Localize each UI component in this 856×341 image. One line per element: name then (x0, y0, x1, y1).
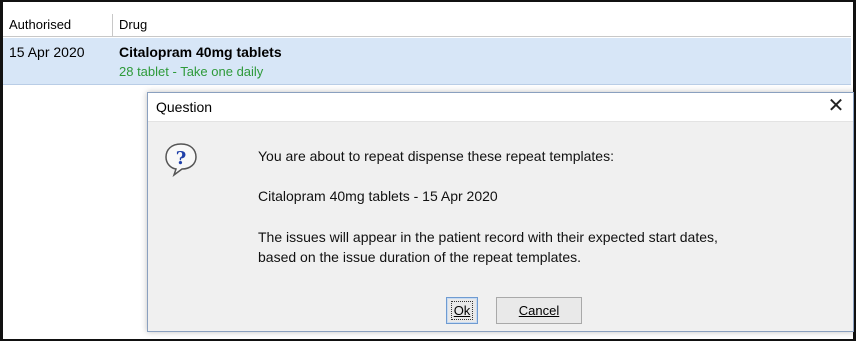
dialog-message-line-4: based on the issue duration of the repea… (258, 249, 581, 265)
list-header: Authorised Drug (3, 14, 851, 37)
drug-dose: 28 tablet - Take one daily (119, 64, 264, 79)
cancel-button-label: Cancel (518, 303, 560, 318)
dialog-title: Question (156, 99, 213, 115)
column-header-drug[interactable]: Drug (119, 17, 147, 32)
dialog-message-line-1: You are about to repeat dispense these r… (258, 148, 614, 164)
ok-button-label: Ok (450, 301, 474, 320)
question-dialog: Question ✕ ? You are about to repeat dis… (147, 92, 854, 332)
authorised-date: 15 Apr 2020 (9, 44, 85, 60)
cancel-button[interactable]: Cancel (496, 297, 582, 324)
question-icon: ? (165, 143, 197, 177)
drug-name: Citalopram 40mg tablets (119, 44, 282, 60)
table-row[interactable]: 15 Apr 2020 Citalopram 40mg tablets 28 t… (3, 38, 851, 85)
column-divider[interactable] (112, 14, 113, 36)
dialog-titlebar[interactable]: Question ✕ (148, 93, 853, 122)
ok-button[interactable]: Ok (446, 297, 478, 324)
column-header-authorised[interactable]: Authorised (9, 17, 71, 32)
svg-text:?: ? (176, 148, 187, 169)
close-icon[interactable]: ✕ (823, 95, 849, 119)
dialog-message-line-3: The issues will appear in the patient re… (258, 229, 718, 245)
dialog-template-line: Citalopram 40mg tablets - 15 Apr 2020 (258, 188, 498, 204)
